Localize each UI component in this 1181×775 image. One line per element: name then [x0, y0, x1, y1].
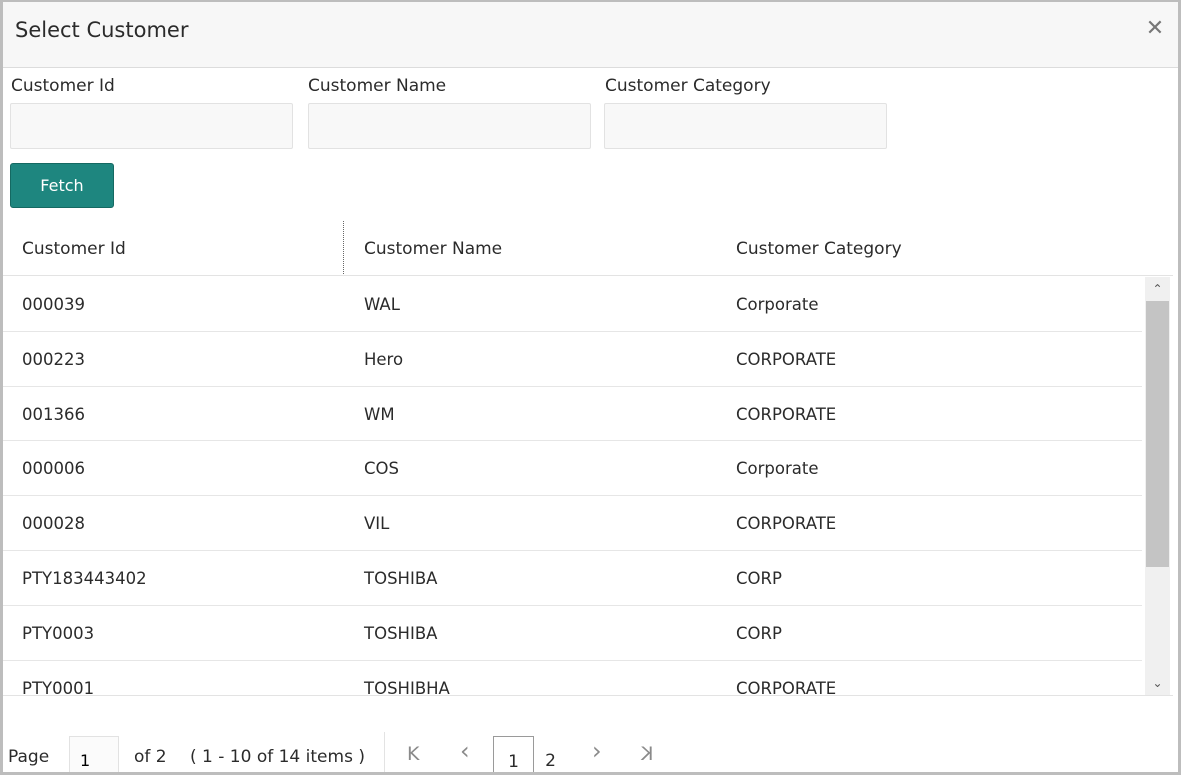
cell-customer-category: CORP — [736, 568, 782, 588]
grid-body: 000039 WAL Corporate 000223 Hero CORPORA… — [3, 277, 1173, 695]
cell-customer-name: TOSHIBHA — [364, 678, 450, 695]
cell-customer-category: CORPORATE — [736, 678, 837, 695]
column-header-customer-name[interactable]: Customer Name — [364, 239, 502, 259]
cell-customer-category: CORPORATE — [736, 349, 837, 369]
column-header-customer-category[interactable]: Customer Category — [736, 239, 902, 259]
close-icon[interactable]: ✕ — [1142, 16, 1168, 42]
cell-customer-id: PTY0001 — [22, 678, 95, 695]
fetch-button[interactable]: Fetch — [10, 163, 114, 208]
column-header-customer-id[interactable]: Customer Id — [22, 239, 126, 259]
select-customer-dialog: Select Customer ✕ Customer Id Customer N… — [0, 0, 1181, 775]
pager: Page of 2 ( 1 - 10 of 14 items ) K ‹ 1 2… — [3, 695, 1173, 772]
pager-of-label: of 2 — [134, 747, 167, 767]
table-row[interactable]: 000039 WAL Corporate — [3, 277, 1142, 332]
page-number-input[interactable] — [69, 736, 119, 772]
dialog-title: Select Customer — [15, 18, 189, 42]
pager-range-label: ( 1 - 10 of 14 items ) — [190, 747, 365, 767]
next-page-icon[interactable]: › — [592, 739, 602, 763]
table-row[interactable]: 001366 WM CORPORATE — [3, 387, 1142, 442]
cell-customer-category: Corporate — [736, 459, 819, 479]
cell-customer-name: WAL — [364, 295, 400, 314]
cell-customer-id: 000223 — [22, 349, 85, 369]
pager-page-label: Page — [8, 747, 50, 767]
cell-customer-id: PTY0003 — [22, 623, 95, 643]
cell-customer-name: Hero — [364, 349, 404, 369]
chevron-down-icon[interactable]: ⌄ — [1145, 671, 1170, 695]
prev-page-icon[interactable]: ‹ — [460, 739, 470, 763]
customer-name-input[interactable] — [308, 103, 591, 149]
column-resize-handle[interactable] — [343, 221, 344, 274]
cell-customer-category: Corporate — [736, 295, 819, 314]
vertical-scrollbar[interactable]: ⌃ ⌄ — [1145, 277, 1170, 695]
table-row[interactable]: PTY0001 TOSHIBHA CORPORATE — [3, 661, 1142, 695]
cell-customer-category: CORPORATE — [736, 404, 837, 424]
table-row[interactable]: 000028 VIL CORPORATE — [3, 496, 1142, 551]
cell-customer-id: 000006 — [22, 459, 85, 479]
cell-customer-name: TOSHIBA — [364, 623, 438, 643]
cell-customer-name: COS — [364, 459, 399, 479]
customer-category-label: Customer Category — [605, 76, 771, 96]
dialog-header: Select Customer ✕ — [3, 2, 1178, 68]
cell-customer-name: WM — [364, 404, 395, 424]
cell-customer-id: 001366 — [22, 404, 85, 424]
customer-category-input[interactable] — [604, 103, 887, 149]
customer-name-label: Customer Name — [308, 76, 447, 96]
table-row[interactable]: PTY0003 TOSHIBA CORP — [3, 606, 1142, 661]
page-2-button[interactable]: 2 — [530, 736, 571, 772]
table-row[interactable]: 000223 Hero CORPORATE — [3, 332, 1142, 387]
cell-customer-category: CORPORATE — [736, 514, 837, 534]
customer-id-label: Customer Id — [11, 76, 115, 96]
cell-customer-id: 000028 — [22, 514, 85, 534]
customer-id-input[interactable] — [10, 103, 293, 149]
first-page-icon[interactable]: K — [407, 744, 419, 764]
table-row[interactable]: 000006 COS Corporate — [3, 441, 1142, 497]
cell-customer-id: 000039 — [22, 295, 85, 314]
scrollbar-thumb[interactable] — [1146, 301, 1169, 567]
chevron-up-icon[interactable]: ⌃ — [1145, 277, 1170, 301]
table-row[interactable]: PTY183443402 TOSHIBA CORP — [3, 551, 1142, 606]
cell-customer-name: VIL — [364, 514, 390, 534]
grid-header: Customer Id Customer Name Customer Categ… — [3, 221, 1173, 276]
cell-customer-name: TOSHIBA — [364, 568, 438, 588]
page-1-button[interactable]: 1 — [493, 736, 534, 772]
cell-customer-id: PTY183443402 — [22, 568, 147, 588]
cell-customer-category: CORP — [736, 623, 782, 643]
last-page-icon[interactable]: K — [641, 743, 653, 765]
pager-divider — [384, 732, 385, 772]
